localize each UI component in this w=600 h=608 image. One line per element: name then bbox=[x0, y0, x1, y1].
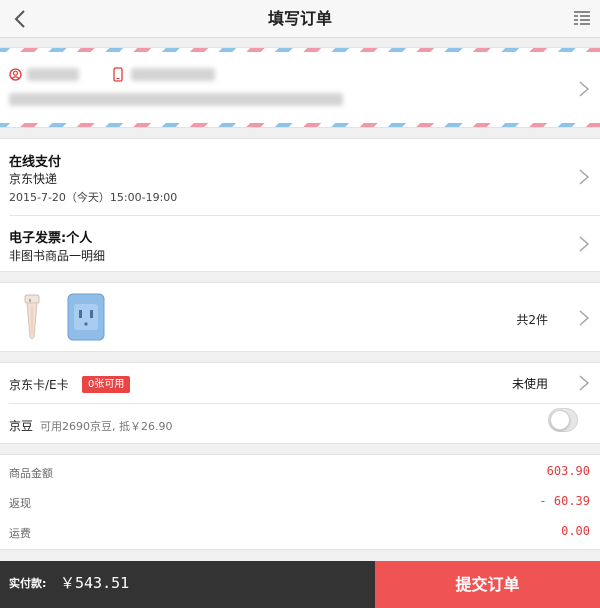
cashback-label: 返现 bbox=[9, 497, 31, 510]
shipping-fee-label: 运费 bbox=[9, 527, 31, 540]
discount-section: 京东卡/E卡 0张可用 未使用 京豆 可用2690京豆, 抵￥26.90 bbox=[0, 362, 600, 444]
delivery-time: 2015-7-20（今天）15:00-19:00 bbox=[9, 191, 178, 204]
recipient-name-redacted bbox=[27, 68, 79, 81]
goods-amount-value: 603.90 bbox=[546, 464, 590, 478]
payment-row[interactable]: 在线支付 京东快递 2015-7-20（今天）15:00-19:00 bbox=[0, 139, 600, 215]
cashback-value: - 60.39 bbox=[539, 494, 590, 508]
phone-number-redacted bbox=[131, 68, 215, 81]
price-summary: 商品金额 603.90 返现 - 60.39 运费 0.00 bbox=[0, 454, 600, 550]
goods-row[interactable]: 共2件 bbox=[0, 282, 600, 352]
submit-order-button[interactable]: 提交订单 bbox=[375, 561, 600, 608]
divider bbox=[9, 403, 600, 404]
user-icon bbox=[9, 68, 22, 81]
item-count: 共2件 bbox=[516, 313, 548, 327]
invoice-detail: 非图书商品一明细 bbox=[9, 249, 106, 263]
airmail-border-bottom bbox=[0, 123, 600, 127]
jingdou-hint: 可用2690京豆, 抵￥26.90 bbox=[40, 420, 173, 433]
paid-amount-value: ￥543.51 bbox=[60, 574, 130, 592]
address-redacted bbox=[9, 93, 343, 106]
jingdou-label: 京豆 bbox=[9, 419, 34, 433]
available-card-badge: 0张可用 bbox=[82, 376, 131, 393]
payment-invoice-section: 在线支付 京东快递 2015-7-20（今天）15:00-19:00 电子发票:… bbox=[0, 138, 600, 272]
checkout-bar: 实付款: ￥543.51 提交订单 bbox=[0, 561, 600, 608]
page-title: 填写订单 bbox=[267, 9, 332, 28]
phone-icon bbox=[113, 67, 123, 82]
airmail-border-top bbox=[0, 48, 600, 52]
chevron-right-icon bbox=[579, 310, 590, 326]
address-card[interactable] bbox=[0, 47, 600, 128]
shipping-method: 京东快递 bbox=[9, 172, 58, 186]
payment-method: 在线支付 bbox=[9, 155, 62, 170]
card-status: 未使用 bbox=[511, 377, 548, 391]
invoice-row[interactable]: 电子发票:个人 非图书商品一明细 bbox=[0, 216, 600, 273]
goods-amount-label: 商品金额 bbox=[9, 467, 53, 480]
product-thumbnail-socket bbox=[67, 293, 105, 341]
toggle-knob bbox=[550, 410, 570, 430]
jd-card-label: 京东卡/E卡 bbox=[9, 378, 69, 392]
invoice-title: 电子发票:个人 bbox=[9, 231, 93, 246]
product-thumbnail-charger bbox=[24, 294, 40, 339]
chevron-right-icon bbox=[579, 169, 590, 185]
jd-card-row[interactable]: 京东卡/E卡 0张可用 未使用 bbox=[0, 363, 600, 403]
chevron-right-icon bbox=[579, 375, 590, 391]
shipping-fee-value: 0.00 bbox=[561, 524, 590, 538]
list-menu-icon[interactable] bbox=[572, 9, 592, 29]
chevron-right-icon bbox=[579, 81, 590, 97]
paid-amount-label: 实付款: bbox=[9, 577, 47, 590]
nav-bar: 填写订单 bbox=[0, 0, 600, 38]
jingdou-toggle[interactable] bbox=[548, 408, 578, 432]
chevron-right-icon bbox=[579, 236, 590, 252]
